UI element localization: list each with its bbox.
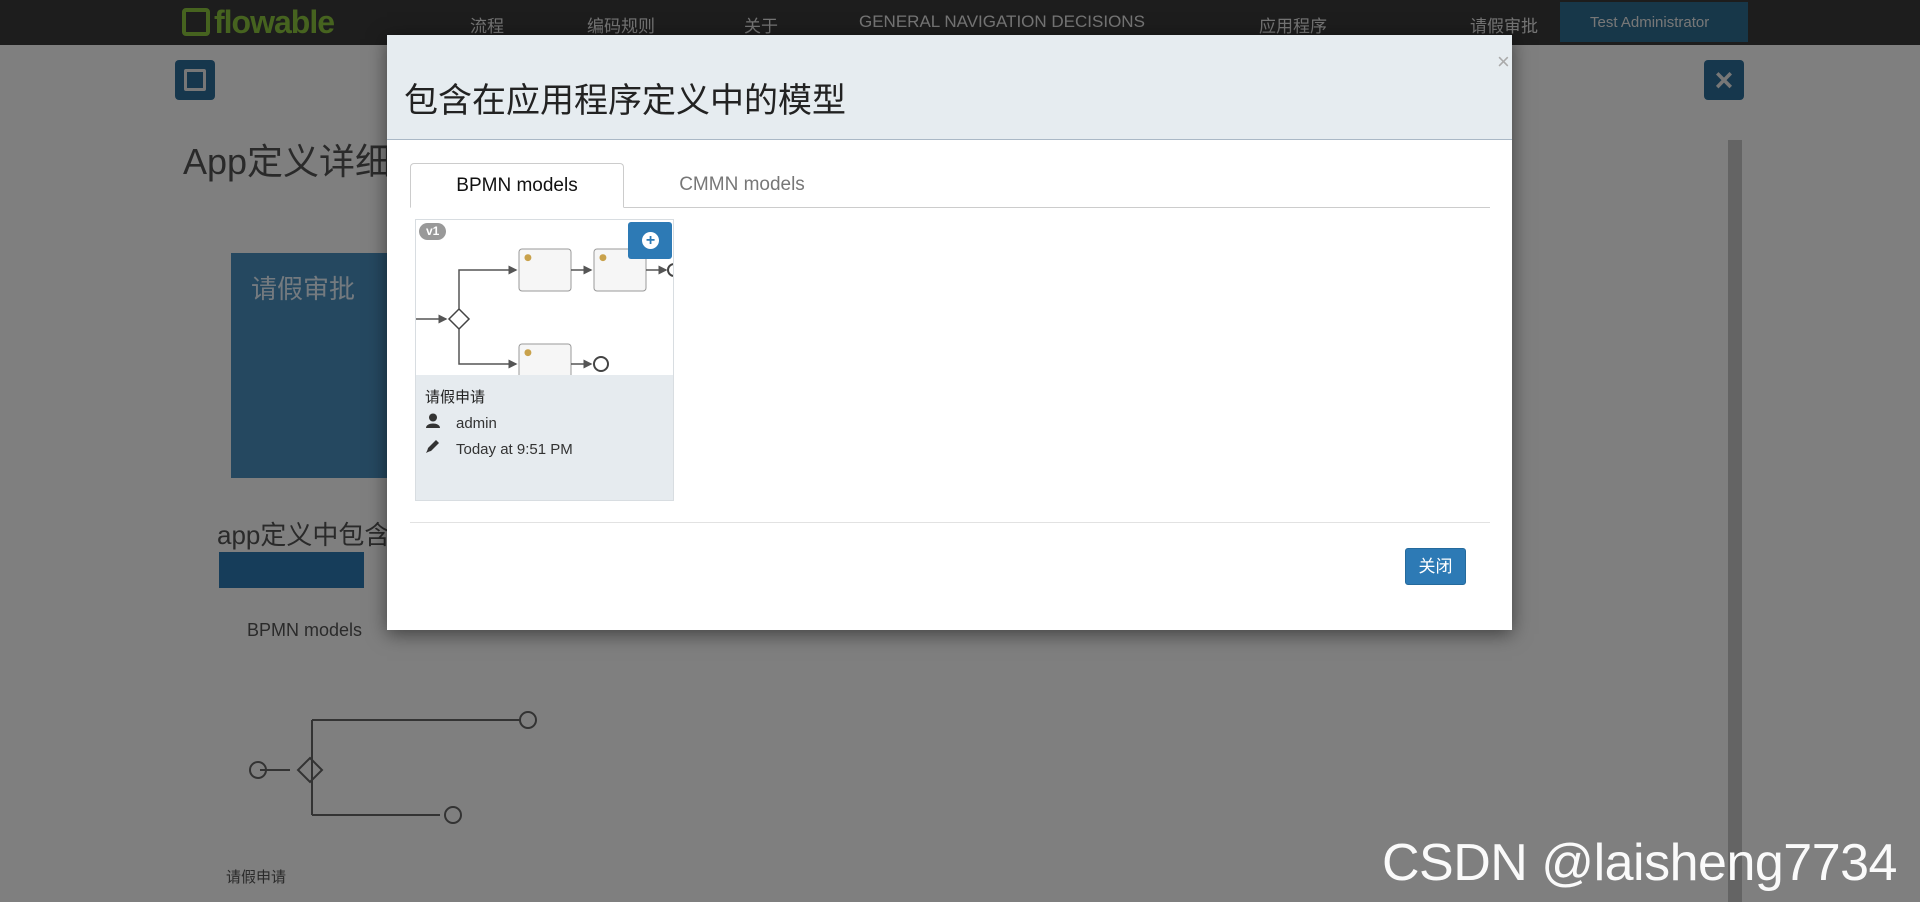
svg-text:●: ● [524, 253, 532, 263]
model-card[interactable]: ● ● ● v1 + 请假申请 admin Today at 9:51 PM [415, 219, 674, 501]
model-type-tabs: BPMN models CMMN models [410, 163, 1490, 208]
add-model-button[interactable]: + [628, 222, 672, 259]
dialog-header: 包含在应用程序定义中的模型 × [387, 35, 1512, 140]
plus-circle-icon: + [642, 232, 659, 249]
model-author-row: admin [425, 413, 497, 432]
included-models-dialog: 包含在应用程序定义中的模型 × BPMN models CMMN models [387, 35, 1512, 630]
model-name: 请假申请 [425, 389, 486, 406]
svg-text:●: ● [524, 348, 532, 358]
close-dialog-button[interactable]: 关闭 [1405, 548, 1466, 585]
dialog-title: 包含在应用程序定义中的模型 [404, 82, 846, 120]
model-author: admin [456, 415, 497, 432]
user-icon [425, 413, 443, 432]
tab-cmmn-models[interactable]: CMMN models [642, 163, 842, 207]
pencil-icon [425, 439, 443, 458]
model-updated: Today at 9:51 PM [456, 441, 573, 458]
dialog-footer-divider [410, 522, 1490, 523]
dialog-close-icon[interactable]: × [1497, 49, 1510, 75]
model-updated-row: Today at 9:51 PM [425, 439, 573, 458]
svg-text:●: ● [599, 253, 607, 263]
watermark: CSDN @laisheng7734 [1382, 834, 1897, 892]
version-badge: v1 [419, 223, 447, 240]
model-thumbnail: ● ● ● v1 + [416, 220, 673, 375]
tab-bpmn-models[interactable]: BPMN models [410, 163, 624, 208]
